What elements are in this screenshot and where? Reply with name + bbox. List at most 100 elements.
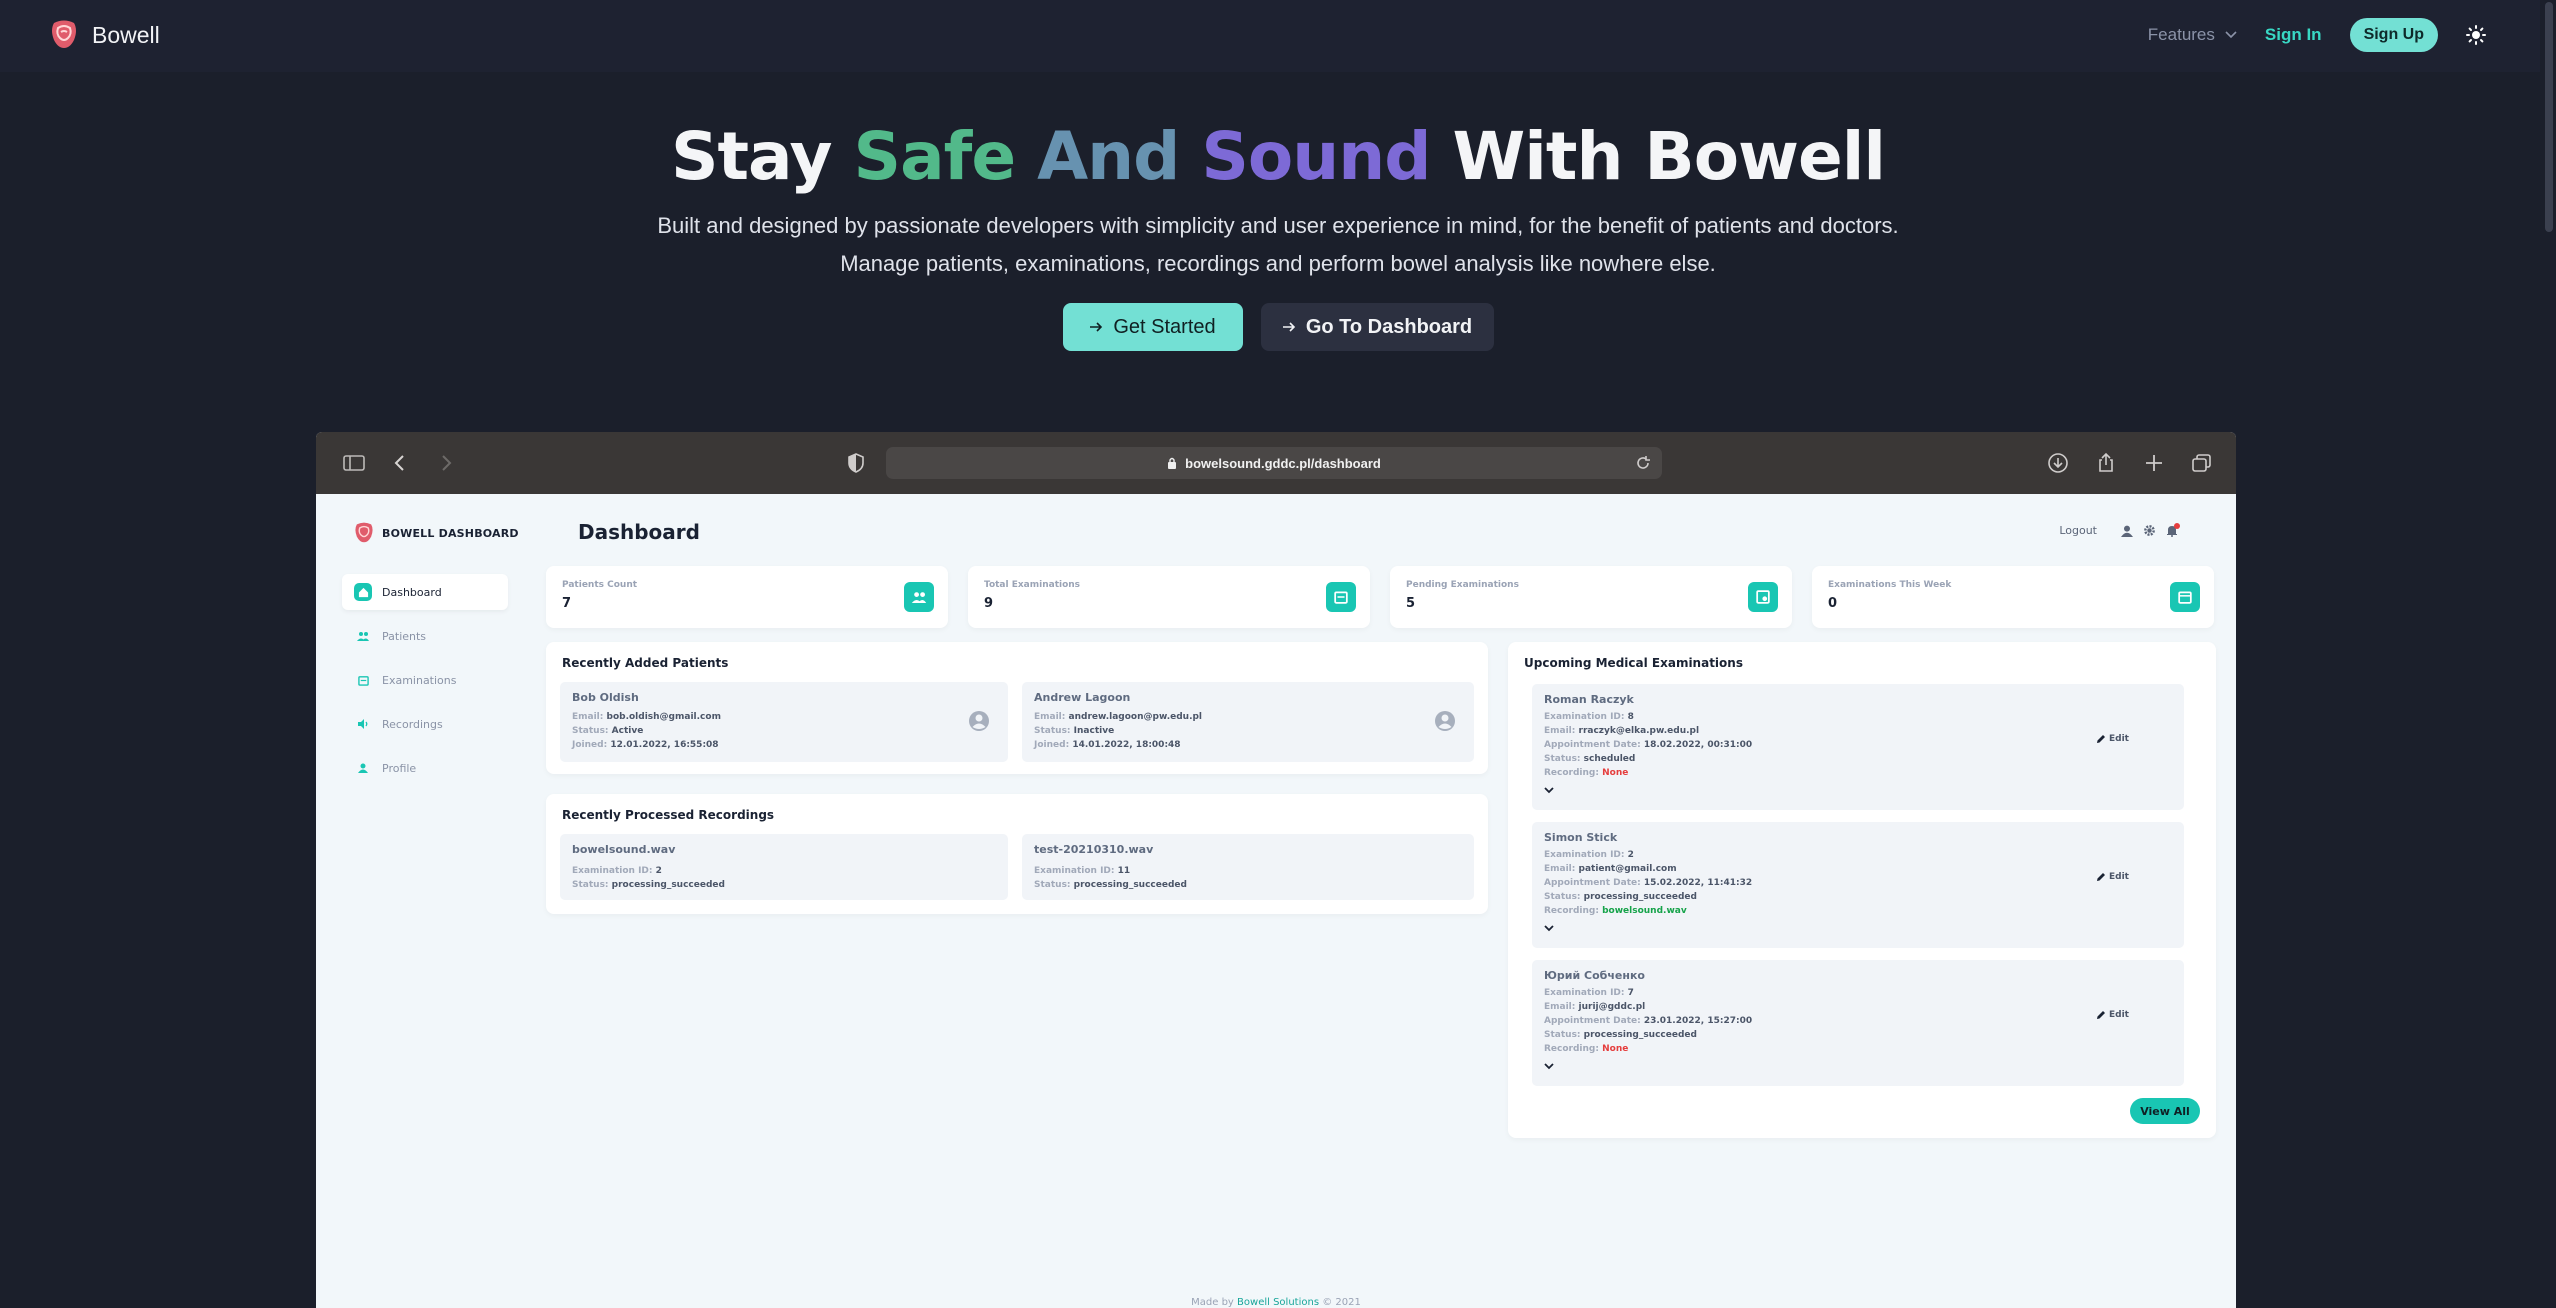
sign-up-button[interactable]: Sign Up <box>2349 18 2438 52</box>
exam-status-line: Status: scheduled <box>1544 754 1635 764</box>
exam-email-line: Email: rraczyk@elka.pw.edu.pl <box>1544 726 1699 736</box>
hero-title-sound: Sound <box>1201 118 1431 195</box>
hero-title-safe: Safe <box>853 118 1017 195</box>
scrollbar-thumb[interactable] <box>2545 2 2553 232</box>
patient-status: Status: Inactive <box>1034 726 1114 736</box>
hero-subtitle-2: Manage patients, examinations, recording… <box>840 251 1716 276</box>
exam-card[interactable]: Юрий Собченко Examination ID: 7 Email: j… <box>1532 960 2184 1086</box>
patient-card[interactable]: Andrew Lagoon Email: andrew.lagoon@pw.ed… <box>1022 682 1474 762</box>
sign-in-link[interactable]: Sign In <box>2265 25 2322 45</box>
edit-button[interactable]: Edit <box>2096 734 2129 744</box>
footer-copyright: © 2021 <box>1322 1297 1361 1308</box>
patient-email: Email: andrew.lagoon@pw.edu.pl <box>1034 712 1202 722</box>
home-icon <box>354 583 372 601</box>
appointment-label: Appointment Date: <box>1544 740 1641 750</box>
chevron-down-icon[interactable] <box>1544 924 1554 932</box>
stat-label: Total Examinations <box>984 580 1081 590</box>
appointment-value: 23.01.2022, 15:27:00 <box>1643 1016 1753 1026</box>
features-menu[interactable]: Features <box>2148 25 2237 45</box>
status-value: Active <box>611 726 644 736</box>
notifications[interactable] <box>2166 522 2180 537</box>
sidebar-item-label: Recordings <box>382 717 443 731</box>
exam-card[interactable]: Simon Stick Examination ID: 2 Email: pat… <box>1532 822 2184 948</box>
email-label: Email: <box>1544 864 1576 874</box>
hero-title-with: With Bowell <box>1452 118 1886 195</box>
address-bar: bowelsound.gddc.pl/dashboard <box>886 447 1662 479</box>
sidebar-item-examinations[interactable]: Examinations <box>342 662 508 698</box>
exam-id-label: Examination ID: <box>572 866 653 876</box>
joined-label: Joined: <box>572 740 608 750</box>
status-value: processing_succeeded <box>611 880 725 890</box>
panel-title: Upcoming Medical Examinations <box>1524 656 1743 670</box>
edit-label: Edit <box>2109 1010 2129 1020</box>
browser-toolbar: bowelsound.gddc.pl/dashboard <box>316 432 2236 494</box>
email-label: Email: <box>1544 726 1576 736</box>
panel-title: Recently Added Patients <box>562 656 729 670</box>
recording-value: None <box>1602 1044 1629 1054</box>
upcoming-examinations-panel: Upcoming Medical Examinations Roman Racz… <box>1508 642 2216 1138</box>
view-all-button[interactable]: View All <box>2130 1098 2200 1124</box>
header-actions: Logout <box>2059 522 2180 537</box>
sidebar-item-recordings[interactable]: Recordings <box>342 706 508 742</box>
email-label: Email: <box>1034 712 1066 722</box>
exam-patient-name: Roman Raczyk <box>1544 693 1634 706</box>
patient-name: Bob Oldish <box>572 691 639 704</box>
clipboard-icon <box>1326 582 1356 612</box>
exam-id-line: Examination ID: 2 <box>1544 850 1634 860</box>
brand[interactable]: Bowell <box>50 20 160 50</box>
chevron-down-icon[interactable] <box>1544 786 1554 794</box>
stat-label: Patients Count <box>562 580 638 590</box>
hero-title: Stay Safe And Sound With Bowell <box>0 118 2556 195</box>
recording-label: Recording: <box>1544 1044 1599 1054</box>
recording-label: Recording: <box>1544 906 1599 916</box>
patient-card[interactable]: Bob Oldish Email: bob.oldish@gmail.com S… <box>560 682 1008 762</box>
stat-card-patients: Patients Count 7 <box>546 566 948 628</box>
email-value: jurij@gddc.pl <box>1578 1002 1646 1012</box>
gear-icon[interactable] <box>2143 524 2156 537</box>
exam-card[interactable]: Roman Raczyk Examination ID: 8 Email: rr… <box>1532 684 2184 810</box>
exam-date-line: Appointment Date: 15.02.2022, 11:41:32 <box>1544 878 1752 888</box>
recording-card[interactable]: test-20210310.wav Examination ID: 11 Sta… <box>1022 834 1474 900</box>
hero-buttons: Get Started Go To Dashboard <box>0 303 2556 351</box>
features-label: Features <box>2147 25 2215 44</box>
go-to-dashboard-label: Go To Dashboard <box>1305 315 1473 338</box>
pencil-icon <box>2097 873 2105 881</box>
footer-brand-link[interactable]: Bowell Solutions <box>1237 1297 1319 1308</box>
edit-label: Edit <box>2109 872 2129 882</box>
app-logo[interactable]: BOWELL DASHBOARD <box>354 522 519 544</box>
exam-email-line: Email: jurij@gddc.pl <box>1544 1002 1645 1012</box>
edit-label: Edit <box>2109 734 2129 744</box>
calendar-icon <box>2170 582 2200 612</box>
page-title: Dashboard <box>578 520 700 544</box>
patient-joined: Joined: 12.01.2022, 16:55:08 <box>572 740 719 750</box>
stat-card-examinations-this-week: Examinations This Week 0 <box>1812 566 2214 628</box>
recording-value[interactable]: bowelsound.wav <box>1602 906 1687 916</box>
get-started-button[interactable]: Get Started <box>1062 303 1243 351</box>
recording-card[interactable]: bowelsound.wav Examination ID: 2 Status:… <box>560 834 1008 900</box>
stat-label: Pending Examinations <box>1406 580 1519 590</box>
forward-icon <box>442 455 452 471</box>
nav-actions: Features Sign In Sign Up <box>2148 18 2486 52</box>
hero-title-stay: Stay <box>670 118 833 195</box>
joined-value: 14.01.2022, 18:00:48 <box>1072 740 1181 750</box>
email-label: Email: <box>572 712 604 722</box>
user-icon[interactable] <box>2121 525 2133 537</box>
exam-id-label: Examination ID: <box>1544 850 1625 860</box>
page-scrollbar[interactable] <box>2540 0 2556 1308</box>
sidebar-item-patients[interactable]: Patients <box>342 618 508 654</box>
chevron-down-icon[interactable] <box>1544 1062 1554 1070</box>
sidebar-item-profile[interactable]: Profile <box>342 750 508 786</box>
panel-title: Recently Processed Recordings <box>562 808 775 822</box>
download-icon <box>2048 453 2068 473</box>
go-to-dashboard-button[interactable]: Go To Dashboard <box>1260 303 1494 351</box>
appointment-label: Appointment Date: <box>1544 1016 1641 1026</box>
sidebar-item-dashboard[interactable]: Dashboard <box>342 574 508 610</box>
edit-button[interactable]: Edit <box>2096 872 2129 882</box>
joined-value: 12.01.2022, 16:55:08 <box>610 740 719 750</box>
arrow-right-icon <box>1090 322 1103 332</box>
edit-button[interactable]: Edit <box>2096 1010 2129 1020</box>
users-icon <box>354 627 372 645</box>
sun-icon[interactable] <box>2466 25 2486 45</box>
logout-link[interactable]: Logout <box>2059 524 2097 537</box>
app-sidebar: Dashboard Patients Examinations Recordin… <box>342 574 508 794</box>
